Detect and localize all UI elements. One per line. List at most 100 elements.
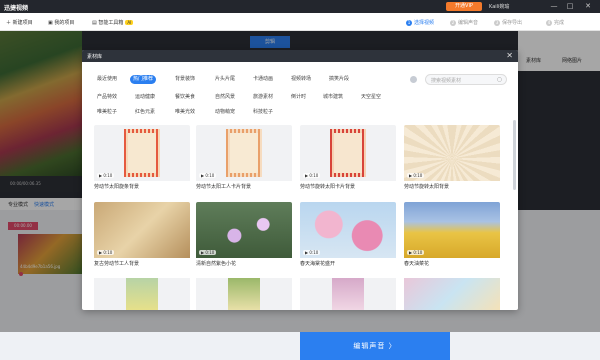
my-projects-button[interactable]: ▣ 我的项目 xyxy=(48,19,74,26)
new-project-label: 新建项目 xyxy=(12,20,33,26)
category-background[interactable]: 背景装饰 xyxy=(172,75,198,84)
duration-badge: ▶ 0:10 xyxy=(199,250,217,255)
scrollbar[interactable] xyxy=(513,120,516,190)
toggle-switch[interactable] xyxy=(410,76,417,83)
material-card[interactable]: ▶ 0:10 春天海棠花盛开 xyxy=(300,202,396,267)
duration-text: 0:10 xyxy=(309,250,319,255)
category-travel[interactable]: 旅游素材 xyxy=(250,93,276,102)
search-icon[interactable]: ○ xyxy=(497,76,502,83)
category-red[interactable]: 红色元素 xyxy=(132,108,158,117)
card-caption: 劳动节旋转太阳卡片背景 xyxy=(300,184,356,190)
card-caption: 劳动节旋转太阳背景 xyxy=(404,184,450,190)
sunburst-graphic xyxy=(124,129,160,177)
card-thumbnail: ▶ 0:10 xyxy=(404,125,500,181)
card-thumbnail: ▶ 0:10 xyxy=(404,202,500,258)
card-thumbnail: ▶ 0:10 xyxy=(300,125,396,181)
sunburst-graphic xyxy=(330,129,366,177)
material-card-partial[interactable] xyxy=(196,278,292,310)
step-label: 编辑声音 xyxy=(458,20,479,26)
category-countdown[interactable]: 倒计时 xyxy=(288,93,309,102)
step-label: 完成 xyxy=(554,20,565,26)
step-number: 3 xyxy=(494,20,500,26)
category-recent[interactable]: 最近使用 xyxy=(94,75,120,84)
category-cartoon[interactable]: 卡通动画 xyxy=(250,75,276,84)
card-thumbnail: ▶ 0:10 xyxy=(94,125,190,181)
category-tech[interactable]: 科技粒子 xyxy=(250,108,276,117)
card-caption: 劳动节太阳工人卡片背景 xyxy=(196,184,252,190)
category-product[interactable]: 产品特效 xyxy=(94,93,120,102)
step-save-export[interactable]: 3 保存导出 xyxy=(494,19,522,26)
category-intro-outro[interactable]: 片头片尾 xyxy=(212,75,238,84)
duration-badge: ▶ 0:10 xyxy=(407,250,425,255)
category-pets[interactable]: 动物萌宠 xyxy=(212,108,238,117)
category-sports[interactable]: 运动健康 xyxy=(132,93,158,102)
step-number: 2 xyxy=(450,20,456,26)
category-funny[interactable]: 搞笑片段 xyxy=(326,75,352,84)
material-card[interactable]: ▶ 0:10 复古劳动节工人背景 xyxy=(94,202,190,267)
sunburst-graphic xyxy=(226,129,262,177)
category-transition[interactable]: 视频转场 xyxy=(288,75,314,84)
smart-toolbox-label: 智能工具箱 xyxy=(98,20,124,26)
material-card-partial[interactable] xyxy=(94,278,190,310)
material-card[interactable]: ▶ 0:10 清新自然紫色小花 xyxy=(196,202,292,267)
duration-badge: ▶ 0:10 xyxy=(199,173,217,178)
card-thumbnail: ▶ 0:10 xyxy=(196,125,292,181)
material-library-dialog: 素材库 ✕ 搜索视频素材 ○ 最近使用 热门推荐 背景装饰 片头片尾 卡通动画 … xyxy=(82,50,518,310)
category-food[interactable]: 餐饮美食 xyxy=(172,93,198,102)
category-hot[interactable]: 热门推荐 xyxy=(130,75,157,84)
card-caption: 春天海棠花盛开 xyxy=(300,261,336,267)
vip-button[interactable]: 开通VIP xyxy=(446,2,482,11)
minimize-button[interactable]: — xyxy=(548,2,560,11)
duration-text: 0:10 xyxy=(309,173,319,178)
title-bar: 迅捷视频 开通VIP Kaili婉瑜 — □ ✕ xyxy=(0,0,600,13)
material-card[interactable]: ▶ 0:10 劳动节太阳工人卡片背景 xyxy=(196,125,292,190)
card-caption: 清新自然紫色小花 xyxy=(196,261,237,267)
duration-badge: ▶ 0:10 xyxy=(303,250,321,255)
duration-text: 0:10 xyxy=(413,250,423,255)
close-window-button[interactable]: ✕ xyxy=(582,2,594,11)
search-input[interactable]: 搜索视频素材 ○ xyxy=(425,74,507,85)
duration-badge: ▶ 0:10 xyxy=(97,173,115,178)
duration-text: 0:10 xyxy=(205,250,215,255)
edit-sound-button[interactable]: 编辑声音 〉 xyxy=(300,332,450,360)
card-thumbnail: ▶ 0:10 xyxy=(94,202,190,258)
category-light[interactable]: 唯美光效 xyxy=(172,108,198,117)
category-nature[interactable]: 自然风景 xyxy=(212,93,238,102)
category-city[interactable]: 城市建筑 xyxy=(320,93,346,102)
app-title: 迅捷视频 xyxy=(4,5,29,12)
duration-text: 0:10 xyxy=(413,173,423,178)
main-toolbar: ＋ 新建项目 ▣ 我的项目 ▤ 智能工具箱 AI 1 选择视频 2 编辑声音 3 保存导… xyxy=(0,13,600,31)
duration-text: 0:10 xyxy=(205,173,215,178)
new-project-button[interactable]: ＋ 新建项目 xyxy=(6,19,33,26)
ai-badge: AI xyxy=(125,20,134,25)
material-card-partial[interactable] xyxy=(404,278,500,310)
duration-badge: ▶ 0:10 xyxy=(97,250,115,255)
step-number: 4 xyxy=(546,20,552,26)
category-sky[interactable]: 天空星空 xyxy=(358,93,384,102)
duration-text: 0:10 xyxy=(103,250,113,255)
material-card[interactable]: ▶ 0:10 劳动节太阳旋条背景 xyxy=(94,125,190,190)
material-card[interactable]: ▶ 0:10 劳动节旋转太阳卡片背景 xyxy=(300,125,396,190)
card-thumbnail: ▶ 0:10 xyxy=(196,202,292,258)
step-edit-sound[interactable]: 2 编辑声音 xyxy=(450,19,478,26)
dialog-title: 素材库 xyxy=(87,54,103,60)
close-icon[interactable]: ✕ xyxy=(506,51,513,61)
card-thumbnail xyxy=(332,278,364,310)
duration-badge: ▶ 0:10 xyxy=(407,173,425,178)
step-select-video[interactable]: 1 选择视频 xyxy=(406,19,434,26)
material-card[interactable]: ▶ 0:10 劳动节旋转太阳背景 xyxy=(404,125,500,190)
user-name[interactable]: Kaili婉瑜 xyxy=(489,3,509,10)
step-label: 选择视频 xyxy=(414,20,435,26)
my-projects-label: 我的项目 xyxy=(54,20,75,26)
card-caption: 复古劳动节工人背景 xyxy=(94,261,140,267)
duration-text: 0:10 xyxy=(103,173,113,178)
maximize-button[interactable]: □ xyxy=(564,2,576,11)
card-thumbnail xyxy=(228,278,260,310)
duration-badge: ▶ 0:10 xyxy=(303,173,321,178)
smart-toolbox-button[interactable]: ▤ 智能工具箱 AI xyxy=(92,19,134,26)
material-card[interactable]: ▶ 0:10 春天油菜花 xyxy=(404,202,500,267)
material-card-partial[interactable] xyxy=(300,278,396,310)
category-particles[interactable]: 唯美粒子 xyxy=(94,108,120,117)
card-panel xyxy=(128,133,156,173)
step-done[interactable]: 4 完成 xyxy=(546,19,564,26)
